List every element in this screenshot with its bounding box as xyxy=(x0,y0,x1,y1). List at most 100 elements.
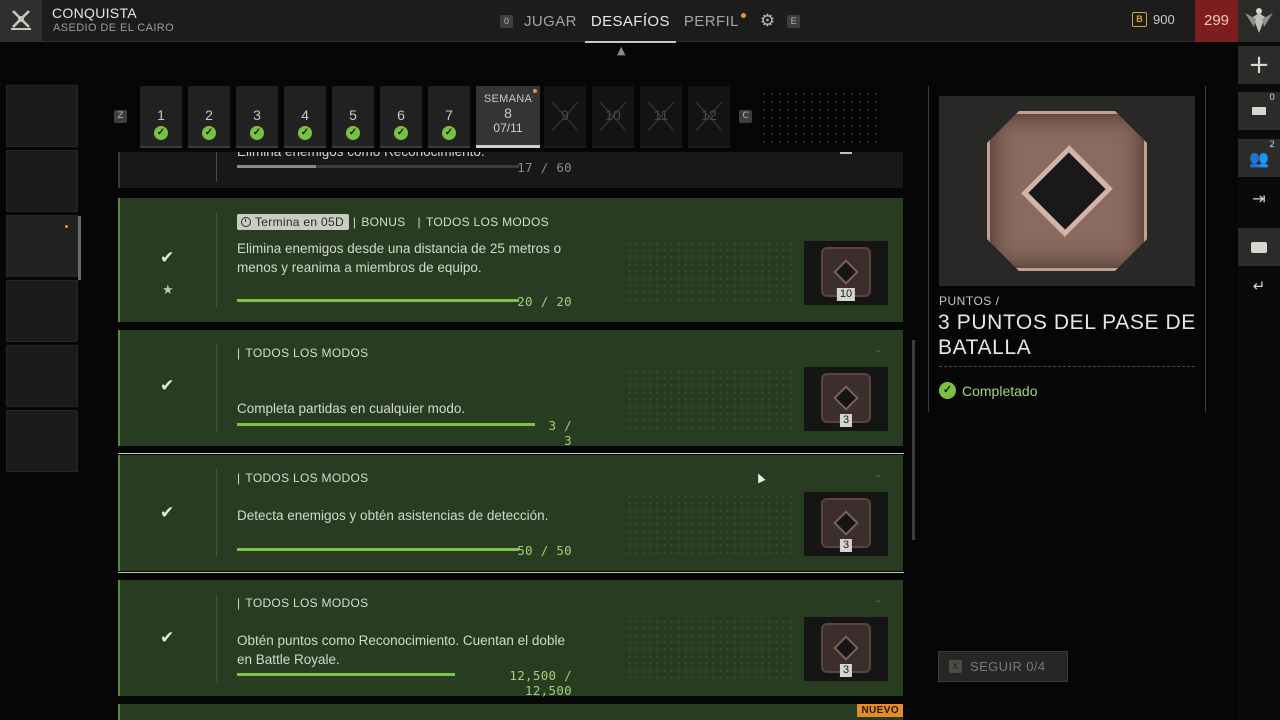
tag: TODOS LOS MODOS xyxy=(425,215,549,229)
reward-count: 3 xyxy=(839,539,853,552)
week-number: 1 xyxy=(157,107,165,123)
key-hint-e: E xyxy=(787,14,801,28)
left-menu-slot-2[interactable] xyxy=(6,150,78,212)
message-icon[interactable]: 0 xyxy=(1238,92,1280,130)
settings-gear-icon[interactable]: ⚙ xyxy=(760,11,775,31)
progress-fill xyxy=(237,548,519,551)
tag: TODOS LOS MODOS xyxy=(245,346,369,360)
reward-thumbnail[interactable]: 10 xyxy=(804,241,888,305)
check-icon: ✓ xyxy=(442,126,456,140)
nav-tab-perfil[interactable]: PERFIL xyxy=(681,12,746,30)
switch-icon[interactable]: ⇥ xyxy=(1238,182,1280,214)
progress-bar xyxy=(237,548,519,551)
week-number: 6 xyxy=(397,107,405,123)
week-tab[interactable]: 1 ✓ xyxy=(140,86,182,148)
cp-amount: 900 xyxy=(1153,12,1175,27)
tag-separator: | xyxy=(237,596,241,610)
week-tab[interactable]: 3 ✓ xyxy=(236,86,278,148)
mode-title: CONQUISTA xyxy=(52,5,137,21)
star-icon: ★ xyxy=(162,283,174,298)
challenge-description: Elimina enemigos desde una distancia de … xyxy=(237,241,562,275)
week-tab-locked[interactable]: 12 xyxy=(688,86,730,148)
follow-button[interactable]: X SEGUIR 0/4 xyxy=(938,651,1068,682)
challenge-tags: | TODOS LOS MODOS xyxy=(237,346,368,360)
week-tab[interactable]: 2 ✓ xyxy=(188,86,230,148)
add-icon[interactable]: + xyxy=(1238,46,1280,84)
week-tab-current[interactable]: SEMANA 8 07/11 xyxy=(476,86,540,148)
reward-count: 7 xyxy=(839,152,853,154)
check-icon: ✓ xyxy=(346,126,360,140)
challenge-description: Obtén puntos como Reconocimiento. Cuenta… xyxy=(237,633,565,667)
challenge-card[interactable]: NUEVO xyxy=(118,704,903,720)
week-number: 4 xyxy=(301,107,309,123)
progress-bar xyxy=(237,299,519,302)
nav-tab-desafios[interactable]: DESAFÍOS xyxy=(584,13,676,43)
left-menu-slot-4[interactable] xyxy=(6,280,78,342)
progress-text: 20 / 20 xyxy=(517,294,572,309)
nav-tab-jugar[interactable]: JUGAR xyxy=(521,13,580,30)
mode-emblem-icon xyxy=(0,0,42,42)
challenge-card[interactable]: Elimina enemigos como Reconocimiento. 17… xyxy=(118,152,903,188)
divider xyxy=(216,212,217,308)
dash-marker: – xyxy=(875,469,882,482)
reward-count: 10 xyxy=(836,288,856,301)
week-tab[interactable]: 4 ✓ xyxy=(284,86,326,148)
reward-thumbnail[interactable]: 3 xyxy=(804,367,888,431)
friends-icon[interactable]: 2 👥 xyxy=(1238,139,1280,177)
badge-count: 2 xyxy=(1269,140,1275,150)
left-menu-slot-5[interactable] xyxy=(6,345,78,407)
left-menu-slot-6[interactable] xyxy=(6,410,78,472)
challenge-tags: | TODOS LOS MODOS xyxy=(237,471,368,485)
challenge-tags: | TODOS LOS MODOS xyxy=(237,596,368,610)
divider xyxy=(216,469,217,557)
tag: TODOS LOS MODOS xyxy=(245,471,369,485)
key-hint-c: C xyxy=(739,110,752,123)
week-tab-locked[interactable]: 9 xyxy=(544,86,586,148)
cp-balance[interactable]: B 900 xyxy=(1132,12,1175,27)
exit-icon[interactable]: ↵ xyxy=(1238,272,1280,300)
reward-thumbnail[interactable]: 7 xyxy=(804,152,888,158)
progress-fill xyxy=(237,673,455,676)
selection-indicator xyxy=(78,216,81,280)
week-tab-locked[interactable]: 11 xyxy=(640,86,682,148)
player-level[interactable]: 299 xyxy=(1195,0,1238,42)
left-menu-slot-1[interactable] xyxy=(6,85,78,147)
progress-text: 17 / 60 xyxy=(517,160,572,175)
follow-label: SEGUIR 0/4 xyxy=(970,659,1046,674)
dot-pattern xyxy=(626,368,796,430)
reward-thumbnail[interactable]: 3 xyxy=(804,617,888,681)
reward-count: 3 xyxy=(839,664,853,677)
week-tab[interactable]: 7 ✓ xyxy=(428,86,470,148)
week-progress: 07/11 xyxy=(493,121,523,135)
reward-title: 3 PUNTOS DEL PASE DE BATALLA xyxy=(938,311,1196,359)
week-tab-locked[interactable]: 10 xyxy=(592,86,634,148)
challenge-card-selected[interactable]: ✔ | TODOS LOS MODOS – Detecta enemigos y … xyxy=(118,453,904,573)
chat-icon[interactable] xyxy=(1238,228,1280,266)
cp-coin-icon: B xyxy=(1132,12,1147,27)
top-bar: CONQUISTA ASEDIO DE EL CAIRO 0 JUGAR DES… xyxy=(0,0,1280,43)
week-tab[interactable]: 6 ✓ xyxy=(380,86,422,148)
challenge-card[interactable]: ✔ | TODOS LOS MODOS – Completa partidas e… xyxy=(118,330,903,448)
tag: BONUS xyxy=(361,215,406,229)
week-number: 3 xyxy=(253,107,261,123)
key-hint-z: Z xyxy=(114,110,127,123)
week-tab[interactable]: 5 ✓ xyxy=(332,86,374,148)
progress-fill xyxy=(237,299,519,302)
left-menu-slot-3[interactable] xyxy=(6,215,81,280)
rank-wings-icon[interactable] xyxy=(1238,0,1280,42)
progress-text: 50 / 50 xyxy=(517,543,572,558)
progress-bar xyxy=(237,423,535,426)
dot-pattern xyxy=(626,493,796,555)
list-scrollbar[interactable] xyxy=(912,340,915,540)
challenge-list: Elimina enemigos como Reconocimiento. 17… xyxy=(118,152,904,720)
check-icon: ✓ xyxy=(298,126,312,140)
reward-category: PUNTOS / xyxy=(939,294,1000,308)
week-number: 7 xyxy=(445,107,453,123)
tag-separator: | xyxy=(237,346,241,360)
check-icon: ✔ xyxy=(160,628,175,648)
challenge-card[interactable]: ✔ | TODOS LOS MODOS – Obtén puntos como R… xyxy=(118,580,903,698)
reward-thumbnail[interactable]: 3 xyxy=(804,492,888,556)
map-name: ASEDIO DE EL CAIRO xyxy=(53,22,175,34)
challenge-card[interactable]: ✔ ★ Termina en 05D | BONUS | TODOS LOS MOD… xyxy=(118,198,903,322)
challenge-description: Detecta enemigos y obtén asistencias de … xyxy=(237,508,549,523)
